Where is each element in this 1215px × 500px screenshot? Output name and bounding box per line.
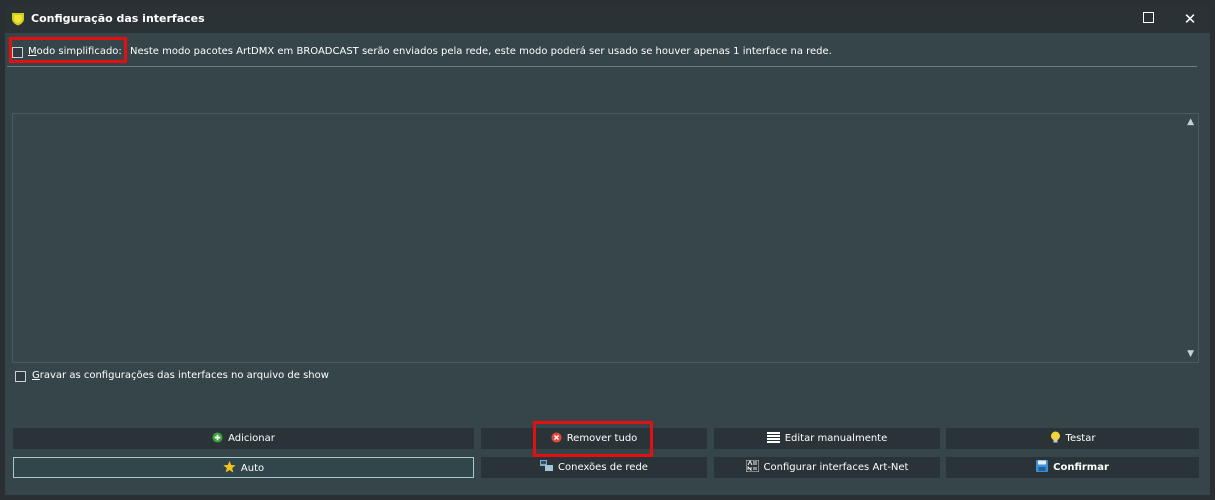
network-connections-button[interactable]: Conexões de rede bbox=[481, 457, 707, 478]
title-bar: Configuração das interfaces ✕ bbox=[5, 5, 1210, 33]
close-button[interactable]: ✕ bbox=[1170, 5, 1210, 33]
edit-manually-button[interactable]: Editar manualmente bbox=[714, 428, 940, 449]
lightbulb-icon bbox=[1050, 431, 1060, 443]
save-to-show-checkbox[interactable] bbox=[15, 371, 26, 382]
close-icon: ✕ bbox=[1183, 10, 1197, 28]
auto-button-label: Auto bbox=[240, 463, 265, 474]
maximize-icon bbox=[1142, 12, 1154, 23]
save-disk-icon bbox=[1036, 460, 1049, 472]
network-icon bbox=[540, 460, 554, 471]
add-button[interactable]: Adicionar bbox=[13, 428, 474, 449]
highlight-simplified-mode bbox=[9, 37, 127, 63]
highlight-remove-all bbox=[533, 421, 653, 457]
edit-manually-button-label: Editar manualmente bbox=[784, 433, 888, 444]
test-button-label: Testar bbox=[1065, 433, 1096, 444]
configure-artnet-button[interactable]: Configurar interfaces Art-Net bbox=[714, 457, 940, 478]
confirm-button-label: Confirmar bbox=[1053, 462, 1109, 473]
window-title: Configuração das interfaces bbox=[31, 12, 205, 25]
artnet-logo-icon bbox=[745, 460, 759, 472]
configure-artnet-button-label: Configurar interfaces Art-Net bbox=[763, 462, 909, 473]
auto-button[interactable]: Auto bbox=[13, 457, 474, 478]
simplified-mode-description: Neste modo pacotes ArtDMX em BROADCAST s… bbox=[130, 46, 832, 57]
save-to-show-label-rest: ravar as configurações das interfaces no… bbox=[39, 370, 329, 381]
add-icon bbox=[212, 431, 223, 443]
network-connections-button-label: Conexões de rede bbox=[558, 462, 648, 473]
scroll-up-icon[interactable]: ▲ bbox=[1187, 117, 1194, 127]
star-icon bbox=[223, 461, 236, 473]
test-button[interactable]: Testar bbox=[946, 428, 1199, 449]
save-to-show-label[interactable]: Gravar as configurações das interfaces n… bbox=[32, 370, 329, 381]
app-shield-icon bbox=[12, 13, 24, 26]
interfaces-list[interactable]: ▲ ▼ bbox=[12, 113, 1199, 363]
add-button-label: Adicionar bbox=[228, 433, 275, 444]
scroll-down-icon[interactable]: ▼ bbox=[1187, 349, 1194, 359]
maximize-button[interactable] bbox=[1128, 5, 1168, 33]
list-lines-icon bbox=[766, 431, 780, 443]
confirm-button[interactable]: Confirmar bbox=[946, 457, 1199, 478]
